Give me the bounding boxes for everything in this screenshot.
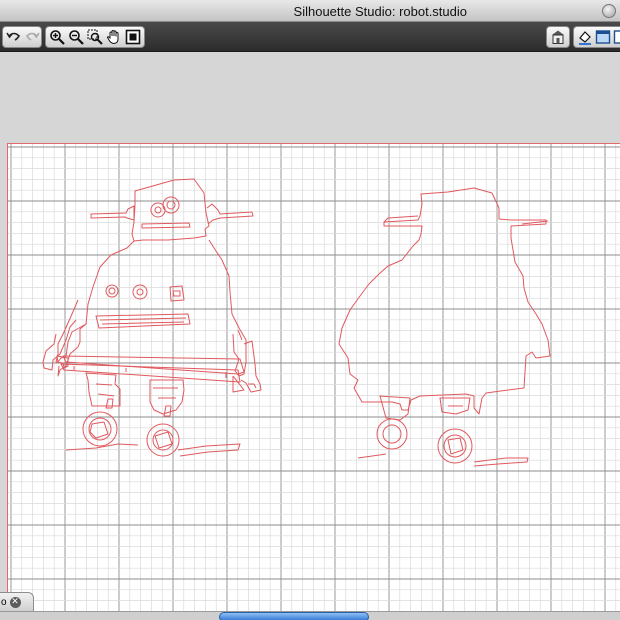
fit-page-icon[interactable] (124, 28, 141, 46)
window-title: Silhouette Studio: robot.studio (293, 4, 467, 19)
robot-back-ground (357, 453, 529, 467)
fill-icon[interactable] (577, 28, 593, 46)
window-zoom-button[interactable] (602, 4, 616, 18)
store-icon[interactable] (550, 28, 566, 46)
scrollbar-thumb[interactable] (219, 612, 369, 620)
panel-icon[interactable] (613, 28, 620, 46)
store-group (546, 26, 570, 48)
robot-front-button-3 (169, 285, 185, 302)
cut-lines (42, 178, 551, 467)
zoom-group (45, 26, 145, 48)
zoom-out-icon[interactable] (68, 28, 85, 46)
robot-front-wheel-right (146, 423, 180, 457)
panels-group (573, 26, 620, 48)
robot-front-head (131, 178, 210, 242)
redo-icon[interactable] (24, 28, 40, 46)
design-canvas[interactable] (7, 143, 620, 611)
robot-front-panel (95, 313, 191, 329)
robot-front-leg-left (85, 372, 121, 407)
zoom-select-icon[interactable] (87, 28, 104, 46)
robot-front-antenna-left (90, 205, 135, 221)
window-icon[interactable] (595, 28, 611, 46)
robot-back-wheel-right (437, 428, 473, 464)
robot-front-eye-right (162, 196, 180, 214)
title-bar: Silhouette Studio: robot.studio (0, 0, 620, 22)
document-tab-label: o (1, 596, 7, 608)
undo-icon[interactable] (6, 28, 22, 46)
robot-back-leg-left (379, 395, 411, 421)
close-icon[interactable]: ✕ (9, 596, 21, 608)
robot-front-antenna-right (206, 203, 254, 225)
silhouette-studio-window: Silhouette Studio: robot.studio o ✕ (0, 0, 620, 620)
robot-back-leg-right (439, 397, 471, 415)
robot-back-outline (338, 187, 551, 415)
pan-icon[interactable] (105, 28, 122, 46)
robot-front-leg-right (149, 379, 185, 415)
zoom-in-icon[interactable] (49, 28, 66, 46)
robot-front-button-1 (105, 284, 119, 298)
document-tab[interactable]: o ✕ (0, 592, 34, 612)
robot-front-button-2 (132, 284, 148, 300)
robot-front-ground (65, 443, 241, 457)
robot-back-wheel-left (376, 418, 408, 450)
robot-front-mouth (141, 222, 191, 229)
undo-redo-group (2, 26, 42, 48)
toolbar (0, 22, 620, 52)
robot-front-wheel-left (82, 411, 118, 447)
